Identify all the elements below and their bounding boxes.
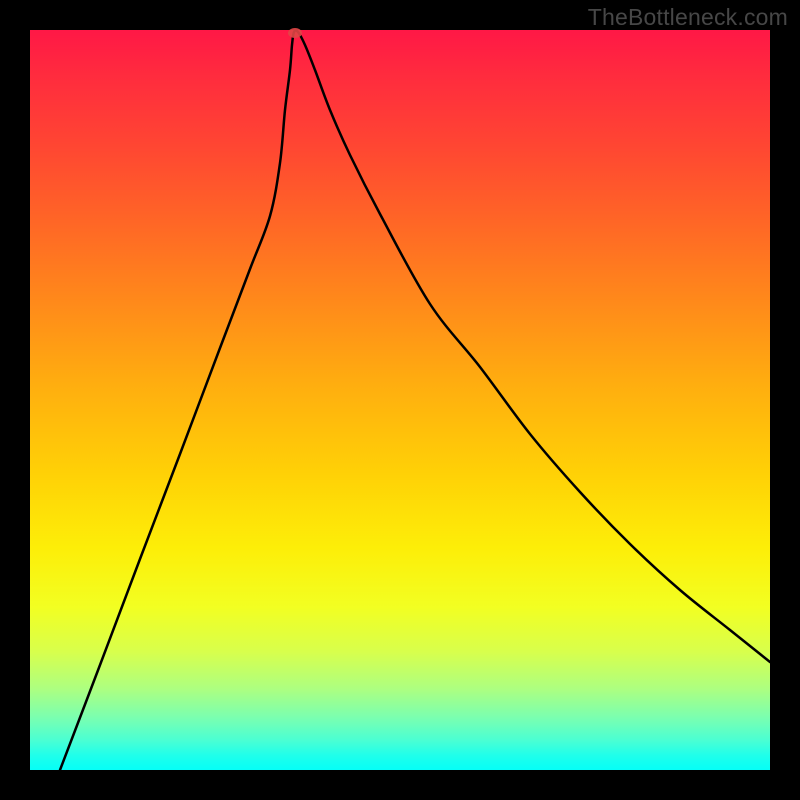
watermark-text: TheBottleneck.com	[588, 4, 788, 31]
plot-area	[30, 30, 770, 770]
minimum-marker	[288, 28, 302, 38]
curve-svg	[30, 30, 770, 770]
bottleneck-curve	[60, 30, 770, 770]
